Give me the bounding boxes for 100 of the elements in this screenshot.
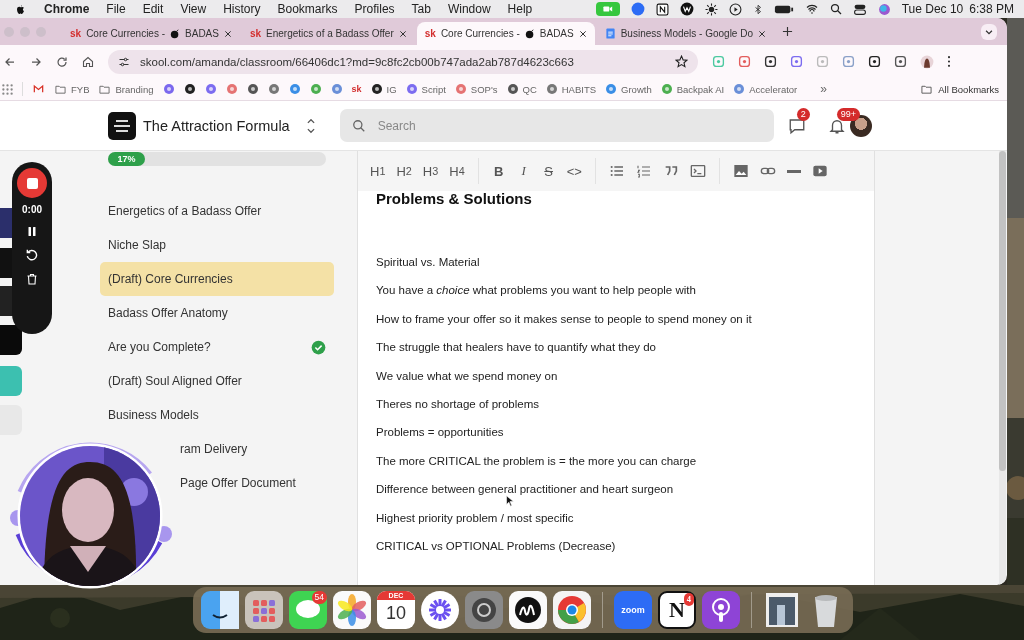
extension-icon[interactable] <box>764 55 777 68</box>
lesson-item[interactable]: (Draft) Core Currencies <box>100 262 334 296</box>
apps-grid-icon[interactable] <box>2 83 13 95</box>
menubar-date[interactable]: Tue Dec 10 <box>901 2 964 16</box>
bookmark[interactable]: sk <box>351 84 362 94</box>
format-button[interactable]: <> <box>562 158 586 184</box>
extension-icon[interactable] <box>868 55 881 68</box>
lesson-item[interactable]: Are you Complete? <box>100 330 334 364</box>
menu-item[interactable]: File <box>106 2 126 16</box>
siri-icon[interactable] <box>877 2 891 16</box>
stop-button[interactable] <box>17 168 47 198</box>
back-icon[interactable] <box>4 55 16 68</box>
battery-icon[interactable] <box>773 3 794 15</box>
close-icon[interactable] <box>398 29 407 38</box>
search-icon[interactable] <box>829 3 842 15</box>
menu-item[interactable]: History <box>223 2 261 16</box>
zoom-icon[interactable] <box>630 2 645 16</box>
launchpad-icon[interactable] <box>245 591 283 629</box>
close-icon[interactable] <box>758 29 766 38</box>
all-bookmarks-button[interactable]: All Bookmarks <box>920 83 999 95</box>
scrollbar[interactable] <box>999 151 1006 585</box>
burst-icon[interactable] <box>421 591 459 629</box>
bluetooth-icon[interactable] <box>752 2 763 16</box>
browser-tab[interactable]: sk Energetics of a Badass Offer <box>241 22 415 45</box>
extension-icon[interactable] <box>894 55 907 68</box>
reload-icon[interactable] <box>56 55 68 68</box>
lesson-item[interactable]: (Draft) Soul Aligned Offer <box>100 364 334 398</box>
settings-icon[interactable] <box>465 591 503 629</box>
site-settings-icon[interactable] <box>118 55 130 68</box>
browser-tab[interactable]: sk Core Currencies - BADAS <box>416 22 595 45</box>
sun-icon[interactable] <box>704 2 718 16</box>
star-icon[interactable] <box>675 55 688 68</box>
menu-item[interactable]: Help <box>507 2 533 16</box>
bookmark[interactable]: SOP's <box>454 83 498 95</box>
chat-icon[interactable] <box>787 116 806 135</box>
bookmark[interactable]: IG <box>370 83 397 95</box>
bookmark[interactable]: Branding <box>98 83 154 95</box>
control-center-icon[interactable] <box>852 2 867 16</box>
restart-icon <box>25 248 39 262</box>
more-icon[interactable] <box>947 55 951 68</box>
avatar-icon[interactable] <box>920 54 934 69</box>
lesson-item[interactable]: Badass Offer Anatomy <box>100 296 334 330</box>
finder-icon[interactable] <box>201 591 239 629</box>
wifi-icon[interactable] <box>804 3 819 15</box>
app-icon[interactable] <box>246 83 259 95</box>
chrome-icon[interactable] <box>553 591 591 629</box>
close-icon[interactable] <box>578 29 587 38</box>
menubar-time[interactable]: 6:38 PM <box>969 2 1014 16</box>
new-tab-icon[interactable] <box>782 26 793 37</box>
delete-button[interactable] <box>26 272 38 286</box>
restart-button[interactable] <box>25 248 39 262</box>
bookmark[interactable]: FYB <box>54 83 90 95</box>
browser-tab[interactable]: sk Core Currencies - BADAS <box>62 22 240 45</box>
home-icon[interactable] <box>82 55 94 68</box>
pause-button[interactable] <box>26 225 38 238</box>
menu-item[interactable]: Window <box>447 2 491 16</box>
mail-icon[interactable] <box>32 84 45 94</box>
address-bar[interactable]: skool.com/amanda/classroom/66406dc1?md=9c8fc2cb00b747ada2ab787d4623c663 <box>108 49 698 74</box>
scrollbar-thumb[interactable] <box>999 151 1006 471</box>
tab-title: BADAS <box>185 28 219 39</box>
lesson-item[interactable]: Page Offer Document <box>176 466 334 500</box>
lesson-item[interactable]: ram Delivery <box>176 432 334 466</box>
text-line: Theres no shortage of problems <box>376 396 539 411</box>
format-button[interactable]: I <box>512 158 535 184</box>
bookmark[interactable]: Growth <box>605 83 652 95</box>
switcher-icon[interactable] <box>305 117 316 134</box>
lesson-item[interactable]: Energetics of a Badass Offer <box>100 194 334 228</box>
more-bookmarks-button[interactable]: » <box>820 82 827 96</box>
bookmark[interactable]: HABITS <box>545 83 597 95</box>
menu-item[interactable]: Chrome <box>44 2 90 16</box>
browser-tab[interactable]: Business Models - Google Do <box>596 22 774 45</box>
menu-item[interactable]: View <box>180 2 207 16</box>
bookmark[interactable]: Script <box>405 83 446 95</box>
format-button[interactable]: B <box>487 158 510 184</box>
zoom-icon[interactable]: zoom <box>614 591 652 629</box>
forward-icon[interactable] <box>30 55 42 68</box>
menu-item[interactable]: Bookmarks <box>277 2 338 16</box>
close-icon[interactable] <box>223 29 232 38</box>
app-icon[interactable] <box>183 83 196 95</box>
app-icon[interactable] <box>679 2 694 16</box>
notion-icon[interactable] <box>655 2 669 16</box>
messages-icon[interactable]: 54 <box>289 591 327 629</box>
menu-item[interactable]: Edit <box>142 2 164 16</box>
photos-icon[interactable] <box>333 591 371 629</box>
bookmark[interactable]: QC <box>506 83 537 95</box>
bookmark[interactable]: Backpak AI <box>660 83 725 95</box>
community-name[interactable]: The Attraction Formula <box>143 117 290 134</box>
text-line: CRITICAL vs OPTIONAL Problems (Decrease) <box>376 538 616 553</box>
play-icon <box>811 163 828 179</box>
menu-item[interactable]: Tab <box>411 2 431 16</box>
format-button[interactable]: S <box>537 158 560 184</box>
menu-item[interactable]: Profiles <box>354 2 395 16</box>
play-icon[interactable] <box>728 2 742 16</box>
script-icon[interactable] <box>509 591 547 629</box>
lesson-item[interactable]: Niche Slap <box>100 228 334 262</box>
bookmark[interactable]: Accelerator <box>733 83 798 95</box>
folder-stack-icon[interactable] <box>763 591 801 629</box>
podcasts-icon[interactable] <box>702 591 740 629</box>
tab-search-button[interactable] <box>981 23 997 40</box>
lesson-item[interactable]: Business Models <box>100 398 334 432</box>
